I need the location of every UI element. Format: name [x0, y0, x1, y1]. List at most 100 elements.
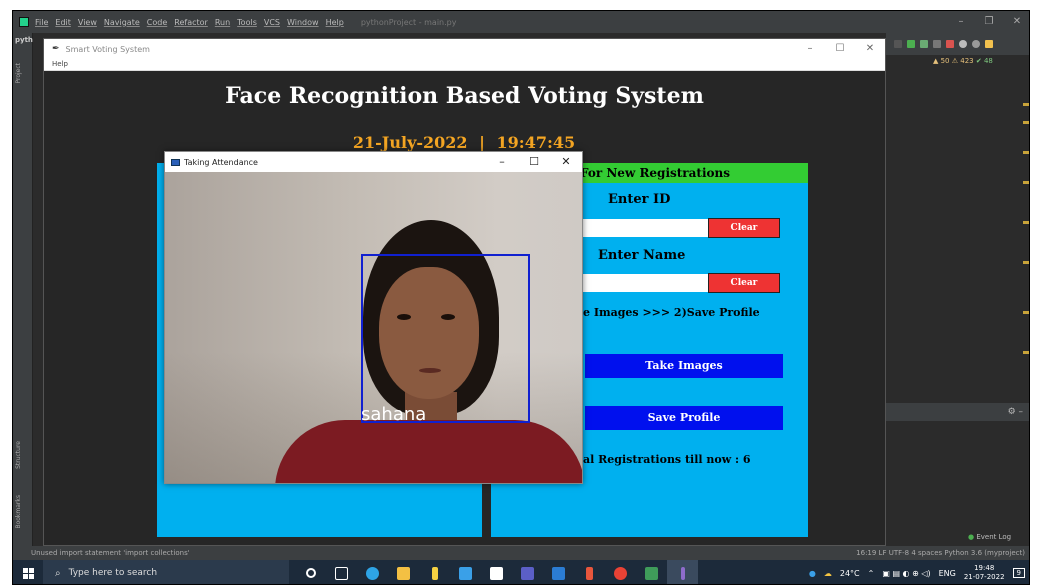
save-profile-button[interactable]: Save Profile: [585, 406, 783, 430]
edge-icon[interactable]: [357, 560, 388, 584]
name-input[interactable]: [583, 274, 708, 292]
language-indicator[interactable]: ENG: [939, 569, 956, 578]
project-label: pyth: [15, 36, 33, 44]
search-icon[interactable]: [959, 40, 967, 48]
scroll-marker: [1023, 351, 1029, 354]
minimize-icon[interactable]: –: [947, 11, 975, 33]
date-time-display: 21-July-2022 | 19:47:45: [264, 133, 664, 152]
ide-menu-code[interactable]: Code: [147, 18, 167, 27]
chrome-icon[interactable]: [605, 560, 636, 584]
status-message[interactable]: Unused import statement 'import collecti…: [31, 549, 190, 557]
config-dropdown-icon[interactable]: [894, 40, 902, 48]
scroll-marker: [1023, 261, 1029, 264]
ide-menu-navigate[interactable]: Navigate: [104, 18, 140, 27]
bookmarks-tab[interactable]: Bookmarks: [15, 495, 22, 529]
tray-status-icons[interactable]: ▣ ▤ ◐ ⊕ ◁): [882, 569, 930, 578]
plugin-icon[interactable]: [985, 40, 993, 48]
close-icon[interactable]: ✕: [1003, 11, 1029, 33]
enter-id-label: Enter ID: [608, 192, 671, 207]
feather-icon: ✒: [52, 44, 60, 54]
desktop-screen: File Edit View Navigate Code Refactor Ru…: [12, 10, 1030, 585]
winamp-icon[interactable]: [419, 560, 450, 584]
app-titlebar: ✒ Smart Voting System – ☐ ✕: [44, 39, 885, 59]
close-icon[interactable]: ✕: [550, 152, 582, 172]
camera-feed: sahana: [165, 172, 582, 483]
warning-count: ⚠ 423: [951, 57, 974, 65]
start-button[interactable]: [13, 560, 43, 584]
person-shirt: [275, 420, 582, 483]
gear-icon[interactable]: ⚙ –: [1008, 407, 1023, 417]
windows-logo-icon: [22, 567, 34, 579]
coverage-icon[interactable]: [933, 40, 941, 48]
ide-menu-window[interactable]: Window: [287, 18, 319, 27]
app-window-title: Smart Voting System: [65, 44, 150, 54]
app-menubar: Help: [44, 59, 885, 71]
app-window-controls: – ☐ ✕: [795, 39, 885, 59]
help-icon[interactable]: ●: [809, 569, 816, 578]
teams-icon[interactable]: [512, 560, 543, 584]
restore-icon[interactable]: ❐: [975, 11, 1003, 33]
run-icon[interactable]: [907, 40, 915, 48]
taskbar-date: 21-07-2022: [963, 573, 1005, 581]
maximize-icon[interactable]: ☐: [518, 152, 550, 172]
ide-panel-header: ⚙ –: [886, 403, 1029, 421]
clear-id-button[interactable]: Clear: [708, 218, 780, 238]
scroll-marker: [1023, 121, 1029, 124]
tray-overflow-icon[interactable]: ⌃: [868, 569, 875, 578]
ide-menu-help[interactable]: Help: [326, 18, 344, 27]
window-app-icon: [171, 158, 180, 166]
id-input[interactable]: [583, 219, 708, 237]
close-icon[interactable]: ✕: [855, 39, 885, 59]
registration-count: al Registrations till now : 6: [583, 453, 751, 466]
taskbar-apps: [295, 560, 698, 584]
ide-menu-file[interactable]: File: [35, 18, 48, 27]
ide-menu-view[interactable]: View: [78, 18, 97, 27]
debug-icon[interactable]: [920, 40, 928, 48]
scroll-marker: [1023, 221, 1029, 224]
ide-menu-vcs[interactable]: VCS: [264, 18, 280, 27]
ide-menu-edit[interactable]: Edit: [55, 18, 71, 27]
gear-icon[interactable]: [972, 40, 980, 48]
weather-temp[interactable]: 24°C: [840, 569, 860, 578]
ide-menu-tools[interactable]: Tools: [237, 18, 257, 27]
app-menu-help[interactable]: Help: [52, 60, 68, 68]
stop-icon[interactable]: [946, 40, 954, 48]
feather-app-icon[interactable]: [667, 560, 698, 584]
notification-icon[interactable]: 9: [1012, 568, 1025, 578]
date-time-separator: |: [479, 133, 485, 152]
sourcetree-icon[interactable]: [574, 560, 605, 584]
page-title: Face Recognition Based Voting System: [225, 83, 704, 109]
task-view-icon[interactable]: [326, 560, 357, 584]
clear-name-button[interactable]: Clear: [708, 273, 780, 293]
ide-menu-refactor[interactable]: Refactor: [174, 18, 208, 27]
taskbar-clock[interactable]: 19:48 21-07-2022: [964, 564, 1005, 582]
taskbar: ⌕ Type here to search ● ☁ 24°C ⌃ ▣ ▤ ◐ ⊕…: [13, 560, 1029, 584]
registration-steps: e Images >>> 2)Save Profile: [583, 306, 760, 319]
project-tab[interactable]: Project: [15, 63, 22, 84]
scroll-marker: [1023, 181, 1029, 184]
status-info[interactable]: 16:19 LF UTF-8 4 spaces Python 3.6 (mypr…: [856, 546, 1025, 560]
event-log-button[interactable]: ● Event Log: [968, 533, 1011, 541]
maximize-icon[interactable]: ☐: [825, 39, 855, 59]
pycharm-logo-icon: [19, 17, 29, 27]
word-icon[interactable]: [543, 560, 574, 584]
inspection-summary[interactable]: ▲ 50 ⚠ 423 ✔ 48: [933, 57, 993, 65]
minimize-icon[interactable]: –: [795, 39, 825, 59]
store-icon[interactable]: [450, 560, 481, 584]
cortana-icon[interactable]: [295, 560, 326, 584]
amazon-icon[interactable]: [481, 560, 512, 584]
weather-icon[interactable]: ☁: [824, 569, 832, 578]
file-explorer-icon[interactable]: [388, 560, 419, 584]
structure-tab[interactable]: Structure: [15, 441, 22, 469]
taskbar-search[interactable]: ⌕ Type here to search: [43, 560, 289, 584]
camera-window-controls: – ☐ ✕: [486, 152, 582, 172]
minimize-icon[interactable]: –: [486, 152, 518, 172]
ide-menu-run[interactable]: Run: [215, 18, 230, 27]
take-images-button[interactable]: Take Images: [585, 354, 783, 378]
ide-title: pythonProject - main.py: [360, 17, 457, 27]
system-tray: ● ☁ 24°C ⌃ ▣ ▤ ◐ ⊕ ◁) ENG 19:48 21-07-20…: [809, 560, 1029, 584]
search-placeholder: Type here to search: [68, 568, 158, 578]
ide-toolbar: [886, 33, 1029, 55]
ide-window-controls: – ❐ ✕: [947, 11, 1029, 33]
terminal-icon[interactable]: [636, 560, 667, 584]
